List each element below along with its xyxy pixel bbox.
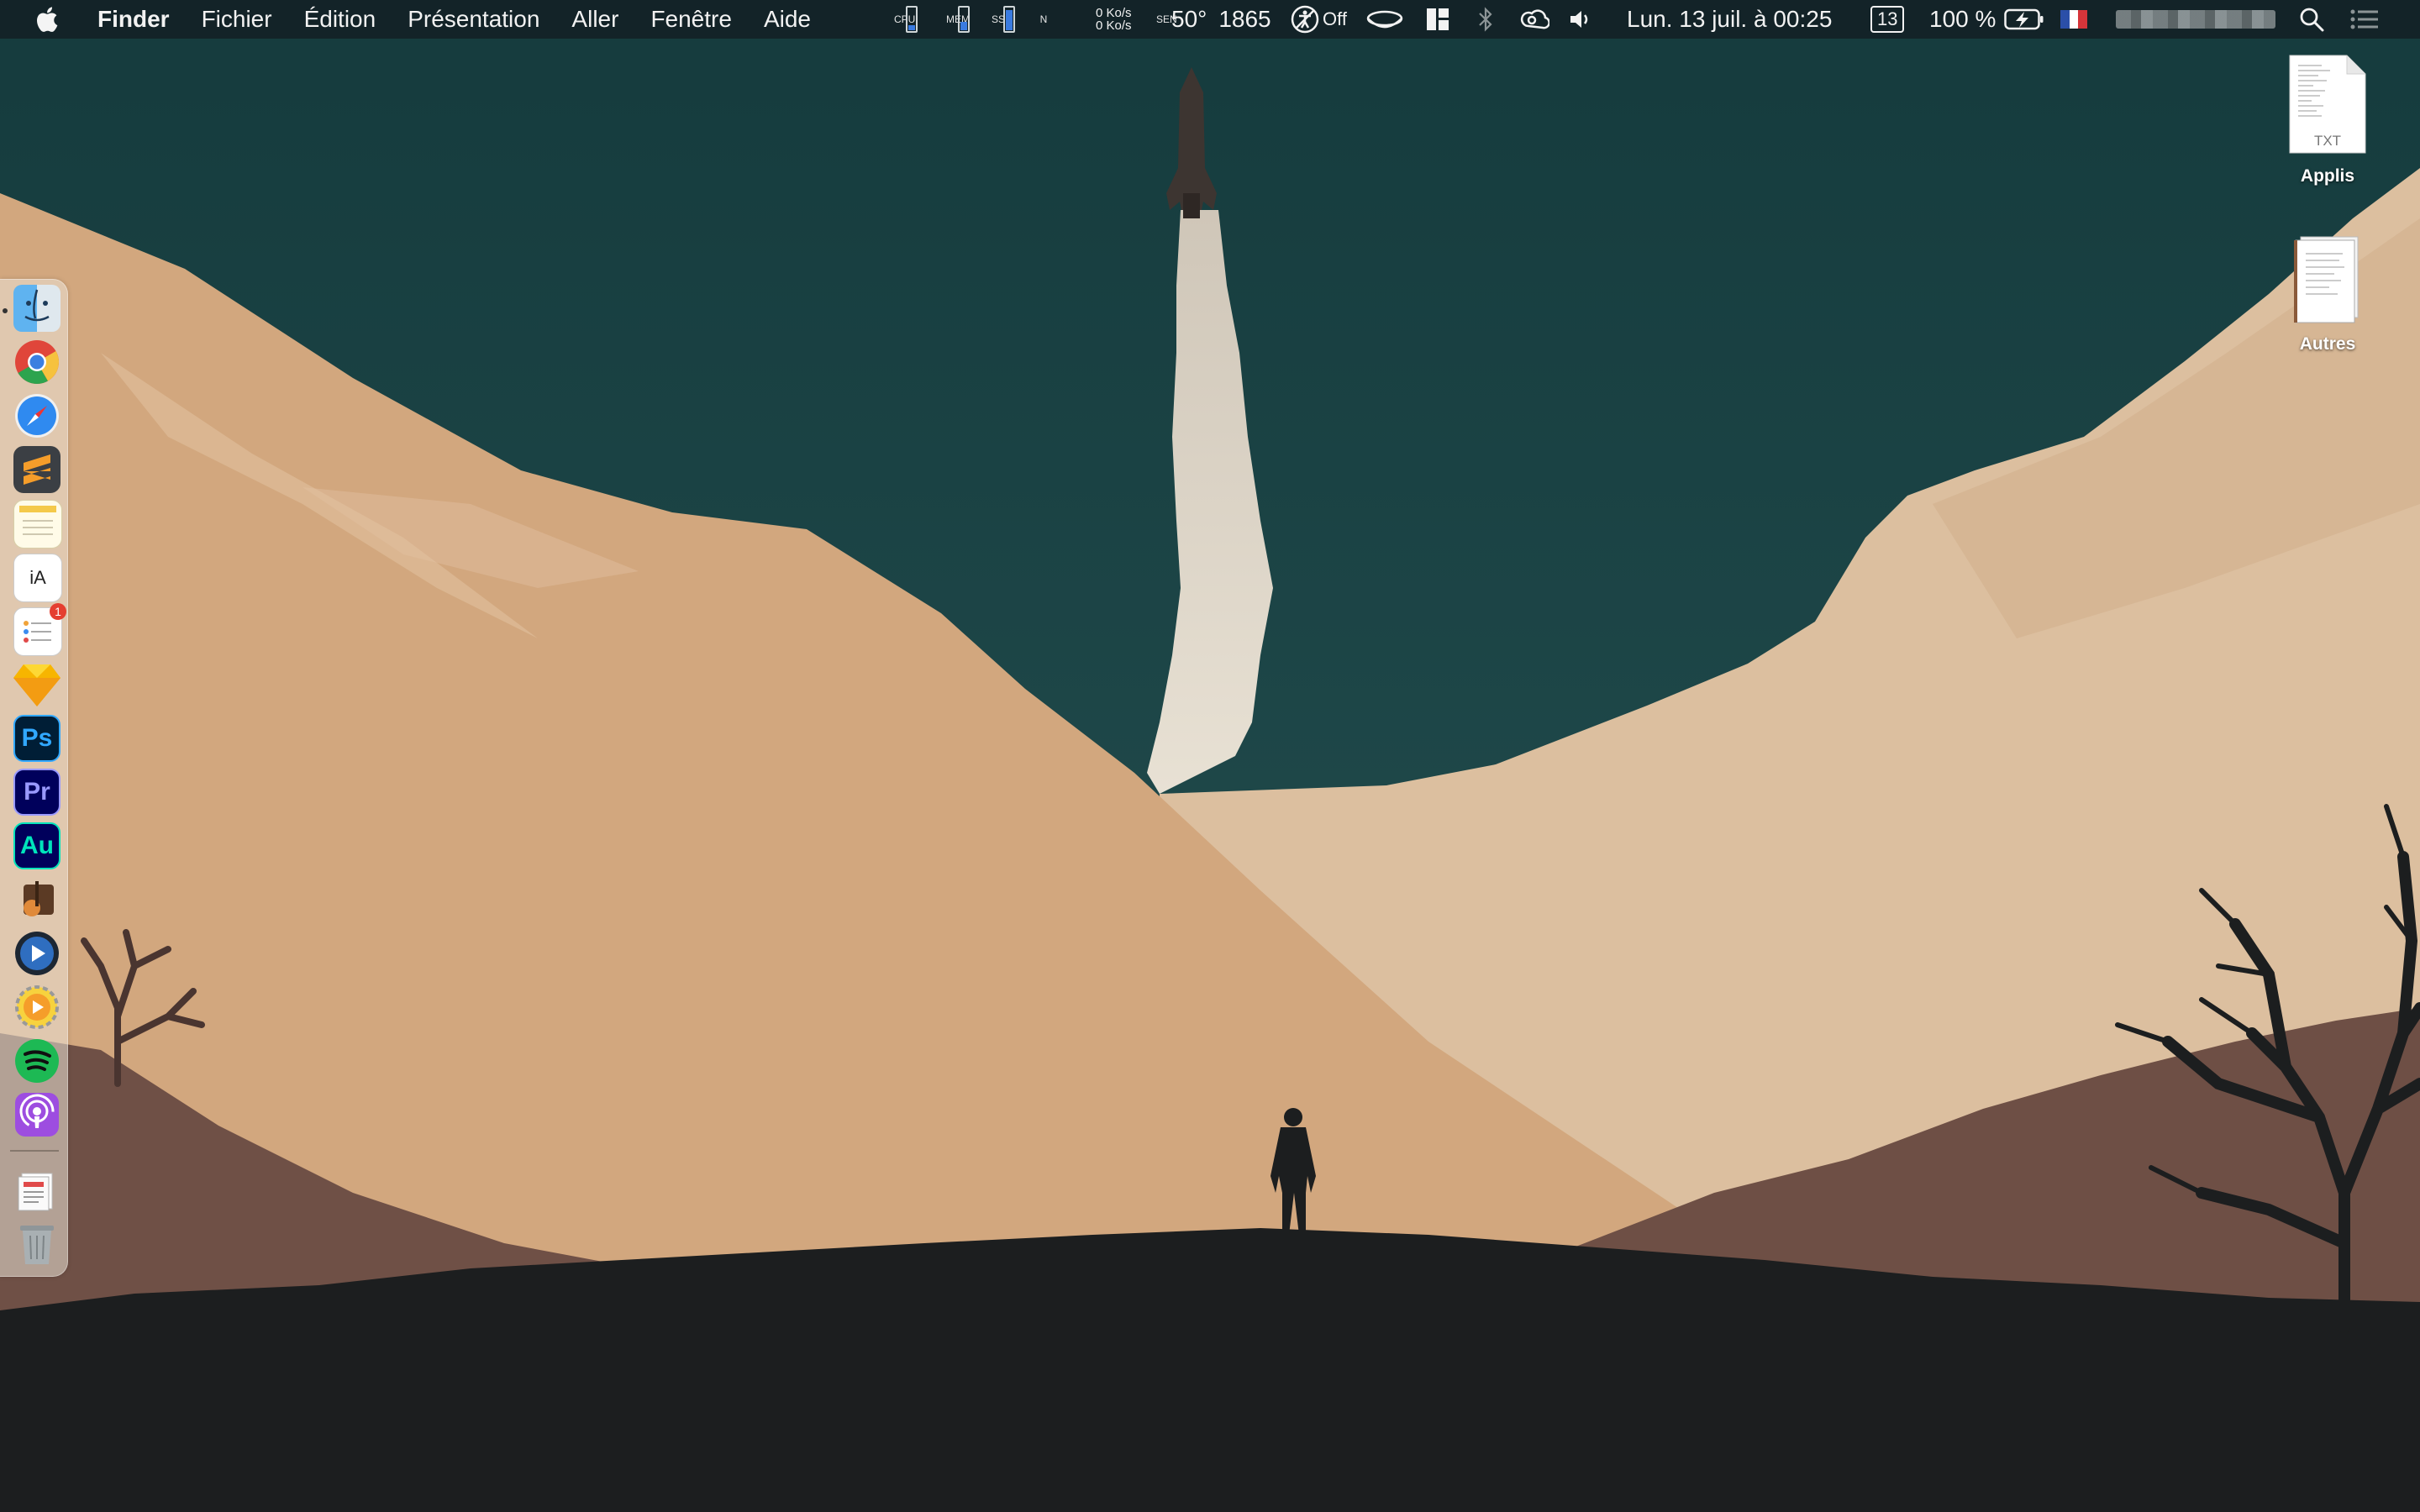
menu-edition[interactable]: Édition	[304, 0, 376, 39]
dock-separator	[10, 1150, 59, 1152]
sensors-monitor[interactable]: SEN 50° 1865	[1156, 0, 1271, 39]
document-stack-icon	[2294, 236, 2359, 323]
cpu-label: CPU	[894, 13, 916, 25]
battery-status[interactable]: 100 %	[1929, 0, 2044, 39]
net-label: N	[1039, 13, 1048, 25]
menu-bar: Finder Fichier Édition Présentation Alle…	[0, 0, 2420, 39]
memory-gauge-icon[interactable]: MEM	[946, 0, 970, 39]
file-kind-label: TXT	[2313, 133, 2342, 149]
magnet-icon[interactable]	[1425, 0, 1450, 39]
app-menu-finder[interactable]: Finder	[97, 0, 170, 39]
mem-label: MEM	[946, 13, 970, 25]
reminders-badge: 1	[50, 603, 66, 620]
running-indicator	[3, 308, 8, 313]
reminders-icon[interactable]: 1	[13, 603, 66, 656]
user-account[interactable]	[2116, 0, 2275, 39]
calendar-icon[interactable]: 13	[1870, 0, 1905, 39]
notes-icon[interactable]	[13, 500, 62, 549]
dock: iA 1 Ps Pr Au	[0, 279, 68, 1277]
cup-icon[interactable]	[1366, 0, 1403, 39]
blurred-username	[2116, 10, 2275, 29]
desktop-item-autres[interactable]: Autres	[2279, 234, 2376, 354]
notification-center-icon[interactable]	[2349, 0, 2380, 39]
ia-writer-icon[interactable]: iA	[13, 554, 62, 602]
network-monitor[interactable]: N	[1039, 0, 1049, 39]
temperature: 50°	[1171, 6, 1207, 32]
caffeine-state: Off	[1323, 8, 1347, 29]
volume-icon[interactable]	[1568, 0, 1595, 39]
datetime: Lun. 13 juil. à 00:25	[1627, 6, 1833, 32]
safari-icon[interactable]	[13, 392, 60, 439]
network-speed[interactable]: 0 Ko/s 0 Ko/s	[1096, 0, 1132, 39]
documents-stack-icon[interactable]	[13, 1167, 60, 1214]
accessibility-icon	[1291, 5, 1319, 34]
desktop-wallpaper	[0, 0, 2420, 1512]
desktop-item-label: Autres	[2299, 334, 2356, 354]
premiere-pro-label: Pr	[24, 778, 50, 806]
menu-fichier[interactable]: Fichier	[202, 0, 272, 39]
cpu-gauge-icon[interactable]: CPU	[894, 0, 918, 39]
menu-aller[interactable]: Aller	[571, 0, 618, 39]
menu-aide[interactable]: Aide	[764, 0, 811, 39]
ssd-gauge-icon[interactable]: SSD	[992, 0, 1015, 39]
caffeine-toggle[interactable]: Off	[1291, 0, 1347, 39]
finder-icon[interactable]	[13, 285, 60, 332]
clock[interactable]: Lun. 13 juil. à 00:25	[1627, 0, 1832, 39]
ia-writer-label: iA	[29, 567, 46, 588]
garageband-icon[interactable]	[13, 876, 60, 923]
sketch-icon[interactable]	[13, 661, 60, 708]
france-flag-icon	[2060, 10, 2087, 29]
input-source-france[interactable]	[2060, 0, 2087, 39]
infuse-icon[interactable]	[13, 984, 60, 1031]
net-download: 0 Ko/s	[1096, 18, 1132, 33]
premiere-pro-icon[interactable]: Pr	[13, 769, 60, 816]
sensor-label: SEN	[1156, 13, 1177, 25]
media-player-icon[interactable]	[13, 930, 60, 977]
chrome-icon[interactable]	[13, 339, 60, 386]
creative-cloud-icon[interactable]	[1519, 0, 1549, 39]
menu-presentation[interactable]: Présentation	[408, 0, 539, 39]
ssd-label: SSD	[992, 13, 1013, 25]
audition-icon[interactable]: Au	[13, 822, 60, 869]
podcasts-icon[interactable]	[13, 1091, 60, 1138]
trash-icon[interactable]	[13, 1221, 60, 1268]
audition-label: Au	[20, 832, 54, 859]
desktop-item-applis[interactable]: TXT Applis	[2279, 54, 2376, 186]
battery-percent: 100 %	[1929, 6, 1996, 32]
fan-speed: 1865	[1218, 6, 1271, 32]
photoshop-icon[interactable]: Ps	[13, 715, 60, 762]
bluetooth-icon[interactable]	[1477, 0, 1494, 39]
menu-fenetre[interactable]: Fenêtre	[650, 0, 732, 39]
photoshop-label: Ps	[21, 724, 53, 752]
apple-icon[interactable]	[34, 5, 59, 34]
spotify-icon[interactable]	[13, 1037, 60, 1084]
net-upload: 0 Ko/s	[1096, 6, 1132, 20]
battery-charging-icon	[2004, 8, 2044, 30]
calendar-day: 13	[1870, 6, 1905, 33]
search-icon[interactable]	[2299, 0, 2324, 39]
sublime-text-icon[interactable]	[13, 446, 60, 493]
desktop-item-label: Applis	[2300, 166, 2355, 186]
